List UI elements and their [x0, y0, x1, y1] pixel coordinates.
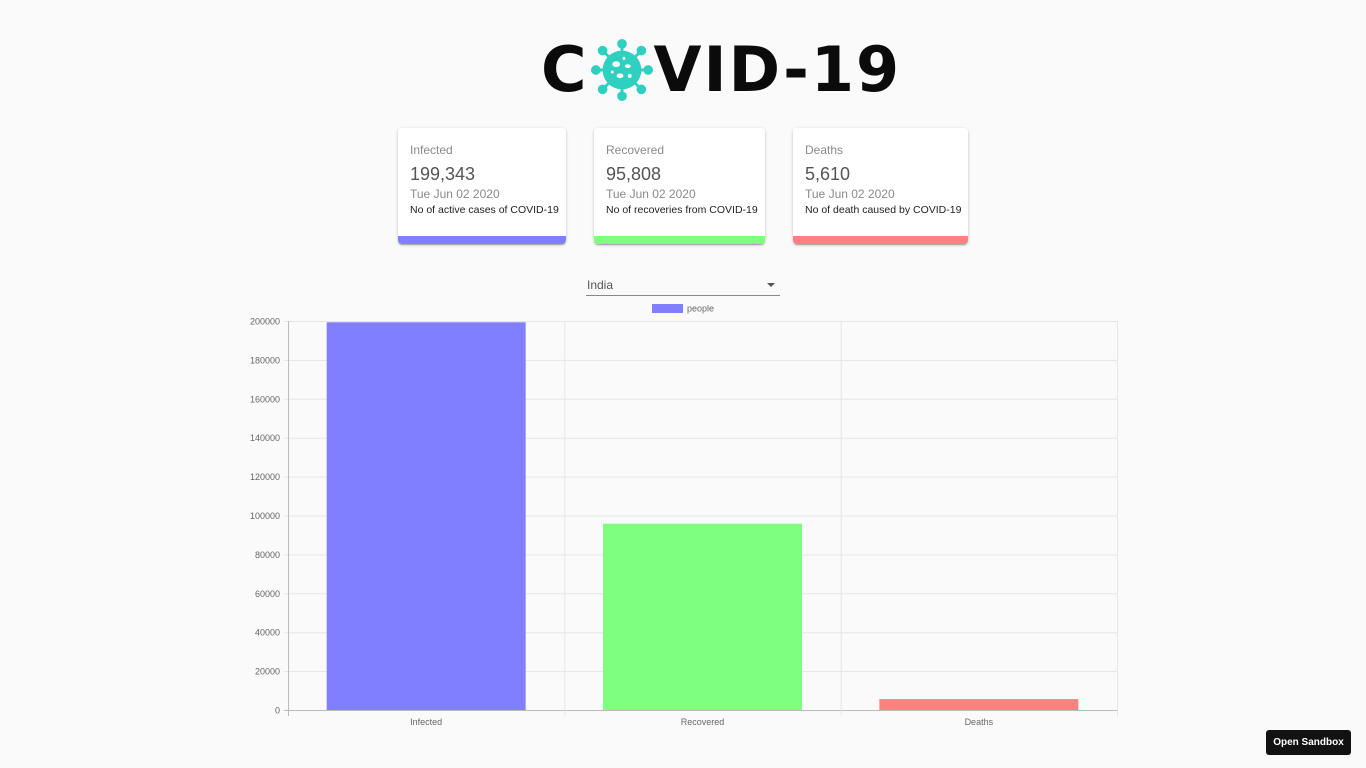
bar-recovered [603, 523, 802, 710]
y-tick-label: 120000 [250, 472, 280, 482]
y-tick-label: 20000 [255, 667, 280, 677]
open-sandbox-button[interactable]: Open Sandbox [1266, 730, 1351, 755]
bar-deaths [879, 699, 1079, 710]
y-tick-label: 180000 [250, 355, 280, 365]
x-tick-label: Recovered [681, 717, 725, 727]
y-tick-label: 100000 [250, 511, 280, 521]
y-tick-label: 60000 [255, 589, 280, 599]
y-tick-label: 140000 [250, 433, 280, 443]
x-tick-label: Infected [410, 717, 442, 727]
legend-swatch [652, 304, 683, 313]
y-tick-label: 200000 [250, 317, 280, 327]
y-tick-label: 40000 [255, 628, 280, 638]
y-tick-label: 0 [275, 706, 280, 716]
legend-label: people [687, 304, 714, 314]
y-tick-label: 80000 [255, 550, 280, 560]
x-tick-label: Deaths [965, 717, 994, 727]
y-tick-label: 160000 [250, 394, 280, 404]
bar-chart: 0 20000 40000 60000 80000 100000 120000 140000 1… [250, 304, 1118, 727]
bar-infected [326, 322, 526, 710]
